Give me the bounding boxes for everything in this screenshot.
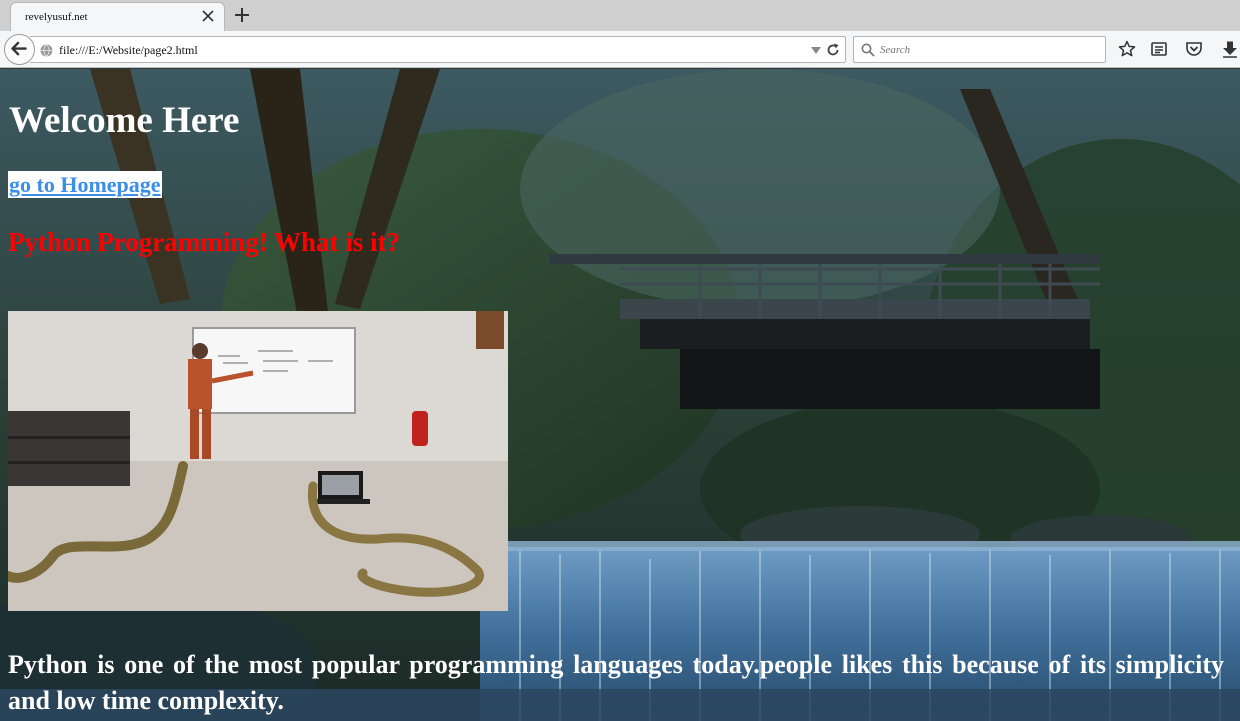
browser-tab[interactable]: revelyusuf.net — [10, 2, 225, 31]
search-input[interactable] — [880, 41, 1100, 59]
tab-strip: revelyusuf.net — [0, 0, 1240, 31]
pocket-icon[interactable] — [1185, 40, 1203, 58]
download-icon[interactable] — [1221, 40, 1239, 58]
page-content: Welcome Here go to Homepage Python Progr… — [0, 69, 1240, 721]
search-icon — [861, 43, 875, 57]
back-arrow-icon — [11, 41, 27, 56]
url-text[interactable]: file:///E:/Website/page2.html — [59, 43, 198, 58]
classroom-snakes-photo — [8, 311, 508, 611]
intro-paragraph: Python is one of the most popular progra… — [8, 650, 1224, 715]
search-bar[interactable] — [853, 36, 1106, 63]
globe-icon — [40, 44, 53, 57]
reload-icon[interactable] — [826, 43, 840, 57]
url-dropdown-icon[interactable] — [811, 47, 821, 55]
reading-list-icon[interactable] — [1150, 40, 1168, 58]
tab-title: revelyusuf.net — [25, 11, 88, 23]
python-subheading: Python Programming! What is it? — [8, 227, 401, 257]
back-button[interactable] — [4, 34, 35, 65]
homepage-link[interactable]: go to Homepage — [8, 171, 162, 198]
page-heading: Welcome Here — [9, 100, 240, 141]
new-tab-icon[interactable] — [233, 6, 251, 24]
bookmark-star-icon[interactable] — [1118, 40, 1136, 58]
close-tab-icon[interactable] — [200, 8, 216, 24]
url-bar[interactable]: file:///E:/Website/page2.html — [30, 36, 846, 63]
navigation-bar: file:///E:/Website/page2.html — [0, 31, 1240, 68]
